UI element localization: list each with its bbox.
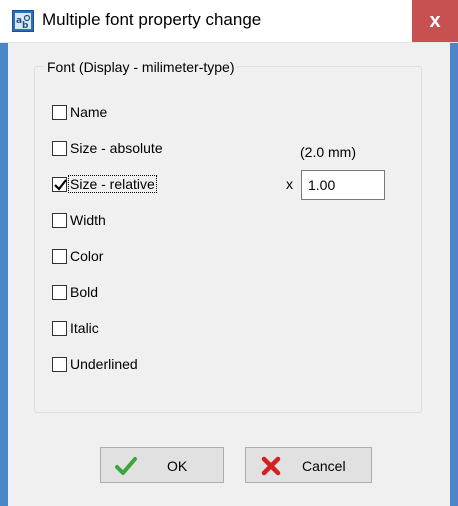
cancel-label: Cancel [302, 458, 346, 474]
option-label: Bold [70, 284, 99, 300]
checkbox-size-absolute[interactable] [52, 140, 67, 156]
option-color[interactable]: Color [52, 245, 104, 267]
option-name[interactable]: Name [52, 101, 108, 123]
option-label: Name [70, 104, 108, 120]
checkbox-width[interactable] [52, 212, 67, 228]
checkbox-color[interactable] [52, 248, 67, 264]
checkbox-italic[interactable] [52, 320, 67, 336]
option-label: Width [70, 212, 106, 228]
checkbox-size-relative[interactable] [52, 176, 67, 192]
option-size-absolute[interactable]: Size - absolute [52, 137, 164, 159]
font-properties-icon: a b [12, 10, 34, 32]
multiplier-label: x [286, 176, 293, 192]
window-title: Multiple font property change [42, 10, 262, 29]
option-size-relative[interactable]: Size - relative [52, 173, 157, 195]
option-label: Size - relative [68, 175, 157, 193]
close-button[interactable]: x [412, 0, 458, 42]
checkbox-name[interactable] [52, 104, 67, 120]
svg-text:b: b [22, 21, 29, 31]
option-italic[interactable]: Italic [52, 317, 100, 339]
ok-button[interactable]: OK [100, 447, 224, 483]
option-underlined[interactable]: Underlined [52, 353, 139, 375]
option-bold[interactable]: Bold [52, 281, 99, 303]
relative-factor-input[interactable] [301, 170, 385, 200]
option-label: Size - absolute [70, 140, 163, 156]
ok-label: OK [167, 458, 188, 474]
cancel-button[interactable]: Cancel [245, 447, 372, 483]
option-label: Color [70, 248, 104, 264]
green-checkmark-icon [115, 456, 137, 479]
close-icon: x [429, 9, 441, 32]
dialog-body: Font (Display - milimeter-type) Name Siz… [8, 43, 450, 506]
dialog-window: a b Multiple font property change x Font… [0, 0, 458, 506]
option-label: Underlined [70, 356, 138, 372]
red-x-icon [260, 456, 282, 479]
absolute-size-value: (2.0 mm) [300, 144, 356, 160]
group-box-label: Font (Display - milimeter-type) [44, 59, 238, 75]
checkmark-icon [54, 178, 67, 191]
checkbox-bold[interactable] [52, 284, 67, 300]
checkbox-underlined[interactable] [52, 356, 67, 372]
option-width[interactable]: Width [52, 209, 107, 231]
option-label: Italic [70, 320, 99, 336]
title-bar[interactable]: a b Multiple font property change x [0, 0, 458, 43]
